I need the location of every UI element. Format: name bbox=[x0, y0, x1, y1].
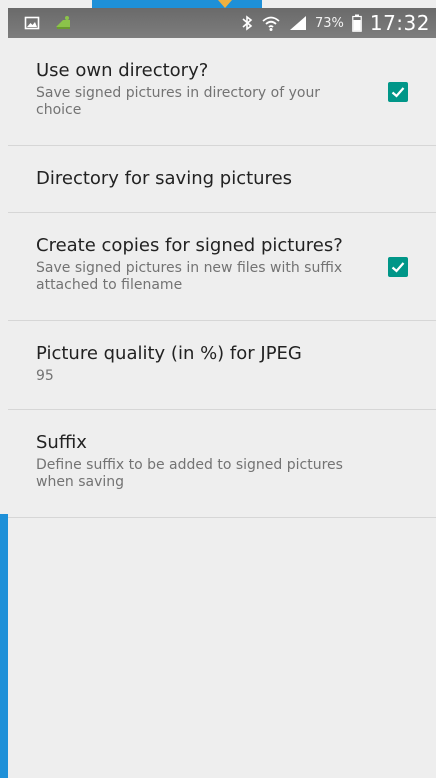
status-bar: 73% 17:32 bbox=[8, 8, 436, 38]
pref-title: Suffix bbox=[36, 432, 87, 453]
window-edge-accent bbox=[92, 0, 262, 8]
pref-summary: Save signed pictures in new files with s… bbox=[36, 260, 343, 293]
window-edge-notch bbox=[218, 0, 232, 8]
pref-directory-for-saving[interactable]: Directory for saving pictures bbox=[8, 146, 436, 213]
preferences-list: Use own directory? Save signed pictures … bbox=[8, 38, 436, 518]
bluetooth-icon bbox=[241, 14, 253, 32]
pref-title: Use own directory? bbox=[36, 60, 209, 81]
left-window-edge bbox=[0, 514, 8, 778]
pref-create-copies[interactable]: Create copies for signed pictures? Save … bbox=[8, 213, 436, 321]
pref-summary: 95 bbox=[36, 368, 54, 384]
pref-picture-quality[interactable]: Picture quality (in %) for JPEG 95 bbox=[8, 321, 436, 410]
pref-use-own-directory[interactable]: Use own directory? Save signed pictures … bbox=[8, 38, 436, 146]
screenshot-icon bbox=[24, 15, 40, 31]
pref-suffix[interactable]: Suffix Define suffix to be added to sign… bbox=[8, 410, 436, 518]
wifi-icon bbox=[261, 14, 281, 32]
battery-icon bbox=[352, 14, 362, 32]
pref-summary: Save signed pictures in directory of you… bbox=[36, 85, 321, 118]
checkmark-icon bbox=[391, 261, 405, 273]
signal-icon bbox=[289, 15, 307, 31]
android-debug-icon bbox=[54, 15, 72, 31]
pref-title: Create copies for signed pictures? bbox=[36, 235, 343, 256]
status-clock: 17:32 bbox=[369, 11, 430, 35]
pref-summary: Define suffix to be added to signed pict… bbox=[36, 457, 343, 490]
checkmark-icon bbox=[391, 86, 405, 98]
use-own-directory-checkbox[interactable] bbox=[388, 81, 408, 102]
create-copies-checkbox[interactable] bbox=[388, 256, 408, 277]
battery-percentage: 73% bbox=[314, 15, 344, 31]
pref-title: Picture quality (in %) for JPEG bbox=[36, 343, 302, 364]
pref-title: Directory for saving pictures bbox=[36, 168, 293, 189]
